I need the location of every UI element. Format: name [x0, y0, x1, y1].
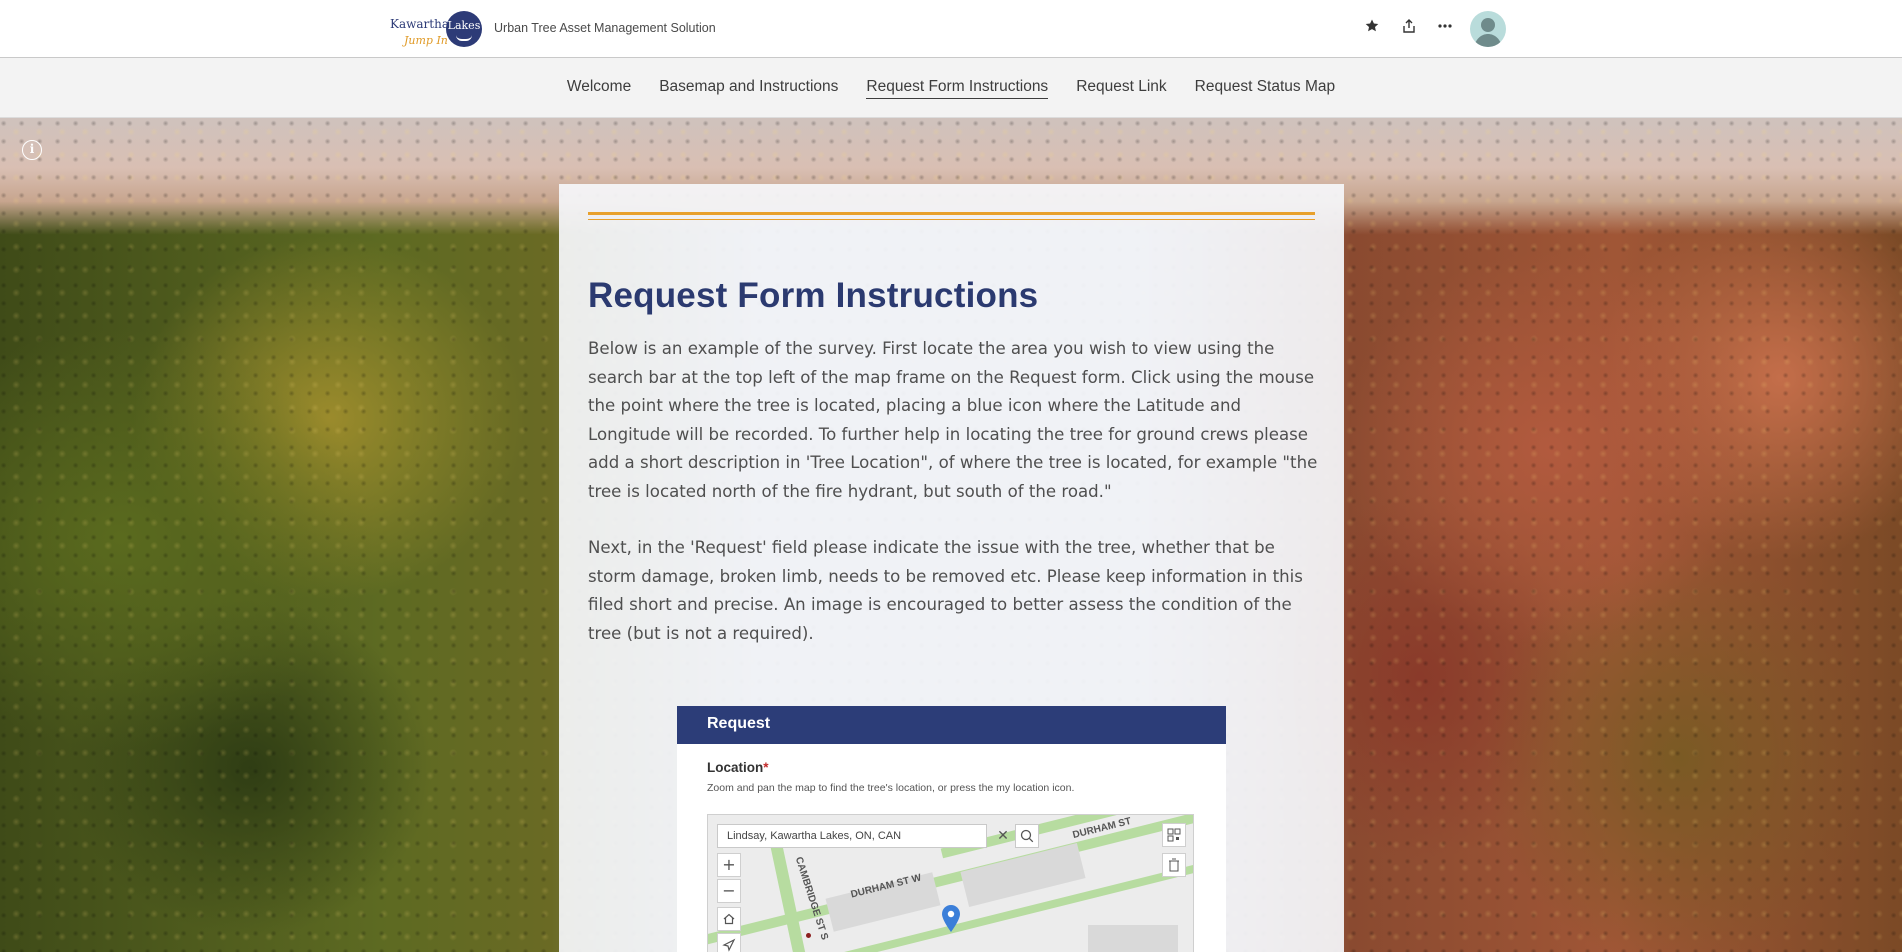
accent-rule-bottom: [588, 219, 1315, 220]
request-form-example-image: Request Location* Zoom and pan the map t…: [677, 706, 1226, 952]
locate-icon[interactable]: [717, 933, 741, 952]
nav-item-basemap-instructions[interactable]: Basemap and Instructions: [659, 78, 838, 98]
instructions-paragraph-1: Below is an example of the survey. First…: [588, 339, 1318, 501]
page-title: Request Form Instructions: [588, 276, 1039, 315]
nav-item-request-form-instructions[interactable]: Request Form Instructions: [866, 78, 1049, 99]
delete-icon[interactable]: [1162, 853, 1186, 877]
nav-item-welcome[interactable]: Welcome: [567, 78, 631, 98]
logo-word-kawartha: Kawartha: [390, 17, 449, 31]
search-icon[interactable]: [1015, 824, 1039, 848]
location-map[interactable]: DURHAM ST DURHAM ST W CAMBRIDGE ST S Lin…: [707, 814, 1194, 952]
content-panel: Request Form Instructions Below is an ex…: [559, 184, 1344, 952]
nav-item-request-status-map[interactable]: Request Status Map: [1195, 78, 1335, 98]
page-navigation: Welcome Basemap and Instructions Request…: [0, 58, 1902, 118]
site-title[interactable]: Urban Tree Asset Management Solution: [494, 21, 716, 35]
required-marker: *: [763, 760, 769, 775]
logo-word-jump-in: Jump In: [404, 34, 448, 47]
fire-hydrant-marker: [806, 933, 811, 938]
home-icon[interactable]: [717, 907, 741, 931]
qr-code-icon[interactable]: [1162, 823, 1186, 847]
form-header: Request: [677, 706, 1226, 744]
location-help-text: Zoom and pan the map to find the tree's …: [707, 782, 1075, 794]
share-icon[interactable]: [1398, 18, 1420, 40]
user-avatar[interactable]: [1470, 11, 1506, 47]
nav-list: Welcome Basemap and Instructions Request…: [0, 78, 1902, 99]
more-options-icon[interactable]: [1434, 18, 1456, 40]
location-pin-icon[interactable]: [941, 905, 961, 933]
map-search-input[interactable]: Lindsay, Kawartha Lakes, ON, CAN: [717, 824, 987, 848]
kawartha-lakes-logo[interactable]: Kawartha Jump In Lakes: [386, 9, 482, 49]
zoom-in-button[interactable]: +: [717, 853, 741, 877]
clear-search-icon[interactable]: ✕: [994, 826, 1012, 846]
map-building-block: [1088, 925, 1178, 952]
logo-badge: Lakes: [446, 11, 482, 47]
location-label-text: Location: [707, 760, 764, 775]
accent-rule-top: [588, 212, 1315, 215]
instructions-paragraph-2: Next, in the 'Request' field please indi…: [588, 538, 1303, 643]
info-icon[interactable]: i: [22, 140, 42, 160]
nav-item-request-link[interactable]: Request Link: [1076, 78, 1166, 98]
location-field-label: Location*: [707, 760, 769, 775]
top-header: Kawartha Jump In Lakes Urban Tree Asset …: [0, 0, 1902, 58]
star-icon[interactable]: [1361, 18, 1383, 40]
zoom-out-button[interactable]: −: [717, 879, 741, 903]
